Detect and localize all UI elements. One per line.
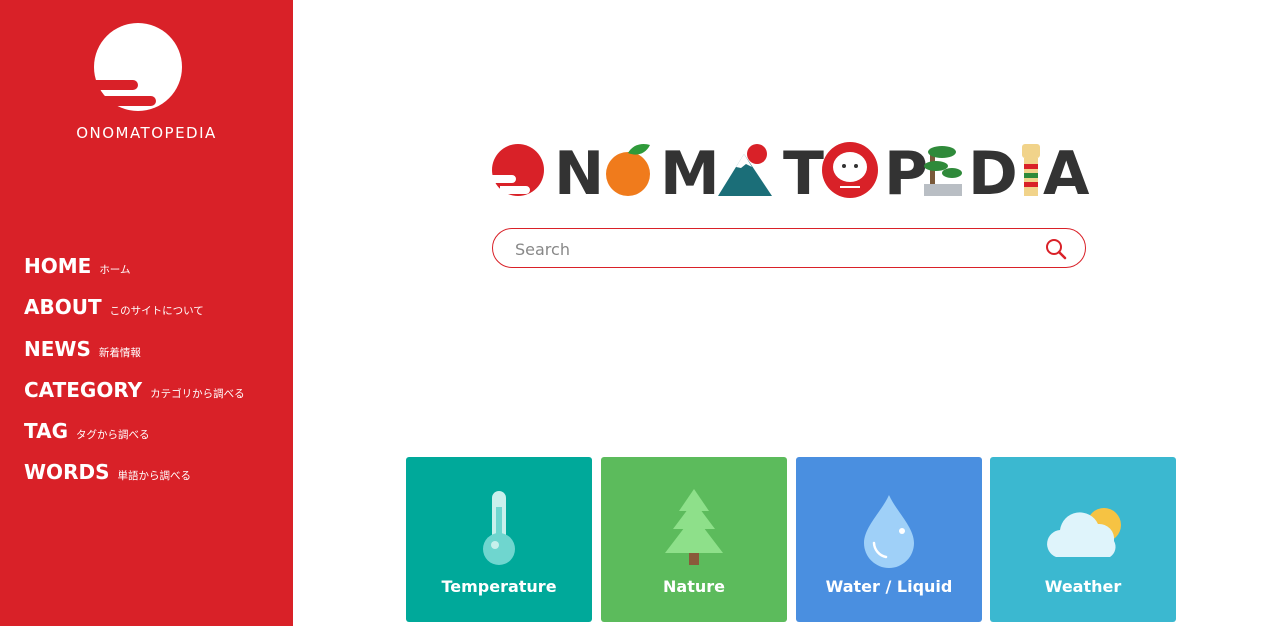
sidebar: ONOMATOPEDIA HOME ホーム ABOUT このサイトについて NE… bbox=[0, 0, 293, 626]
main-nav: HOME ホーム ABOUT このサイトについて NEWS 新着情報 CATEG… bbox=[24, 254, 245, 502]
tree-icon bbox=[601, 485, 787, 569]
nav-label: CATEGORY bbox=[24, 377, 143, 402]
wordmark-letter: T bbox=[783, 140, 824, 200]
wordmark-letter: D bbox=[968, 140, 1018, 200]
daruma-letter-o-icon bbox=[822, 142, 878, 198]
wordmark-letter: P bbox=[884, 140, 928, 200]
nav-label: WORDS bbox=[24, 460, 110, 485]
nav-label: NEWS bbox=[24, 336, 91, 361]
cloud-sun-icon bbox=[990, 485, 1176, 569]
thermometer-icon bbox=[406, 485, 592, 569]
sidebar-brand-name[interactable]: ONOMATOPEDIA bbox=[0, 124, 293, 142]
site-logo-icon[interactable] bbox=[93, 22, 183, 112]
nav-item-about[interactable]: ABOUT このサイトについて bbox=[24, 295, 245, 336]
nav-item-news[interactable]: NEWS 新着情報 bbox=[24, 337, 245, 378]
onomatopedia-wordmark-logo: N M T P D A bbox=[490, 140, 1095, 200]
nav-sublabel: タグから調べる bbox=[75, 429, 150, 442]
category-tile-temperature[interactable]: Temperature bbox=[406, 457, 592, 622]
nav-sublabel: このサイトについて bbox=[109, 305, 204, 318]
category-tile-water-liquid[interactable]: Water / Liquid bbox=[796, 457, 982, 622]
nav-label: ABOUT bbox=[24, 295, 102, 320]
nav-sublabel: ホーム bbox=[99, 264, 131, 276]
category-label: Nature bbox=[663, 577, 725, 596]
search-bar bbox=[492, 228, 1086, 268]
nav-item-home[interactable]: HOME ホーム bbox=[24, 254, 245, 295]
category-label: Water / Liquid bbox=[825, 577, 953, 596]
search-icon[interactable] bbox=[1045, 238, 1067, 260]
nav-sublabel: 単語から調べる bbox=[117, 470, 191, 483]
nav-label: TAG bbox=[24, 419, 68, 444]
category-tile-nature[interactable]: Nature bbox=[601, 457, 787, 622]
category-tile-weather[interactable]: Weather bbox=[990, 457, 1176, 622]
mountain-letter-a-icon bbox=[718, 144, 772, 196]
wordmark-letter: M bbox=[660, 140, 720, 200]
wordmark-letter: A bbox=[1043, 140, 1090, 200]
nav-item-words[interactable]: WORDS 単語から調べる bbox=[24, 460, 245, 501]
nav-item-tag[interactable]: TAG タグから調べる bbox=[24, 419, 245, 460]
search-input[interactable] bbox=[513, 235, 1037, 263]
wordmark-letter: N bbox=[554, 140, 604, 200]
sun-letter-o-icon bbox=[492, 144, 544, 196]
kokeshi-letter-i-icon bbox=[1022, 144, 1040, 196]
water-drop-icon bbox=[796, 485, 982, 569]
bonsai-letter-e-icon bbox=[924, 146, 962, 196]
nav-sublabel: 新着情報 bbox=[98, 346, 141, 359]
category-label: Temperature bbox=[441, 577, 557, 596]
nav-item-category[interactable]: CATEGORY カテゴリから調べる bbox=[24, 378, 245, 419]
orange-letter-o-icon bbox=[606, 143, 650, 196]
nav-label: HOME bbox=[24, 254, 92, 278]
category-label: Weather bbox=[1044, 577, 1122, 596]
nav-sublabel: カテゴリから調べる bbox=[150, 387, 245, 400]
